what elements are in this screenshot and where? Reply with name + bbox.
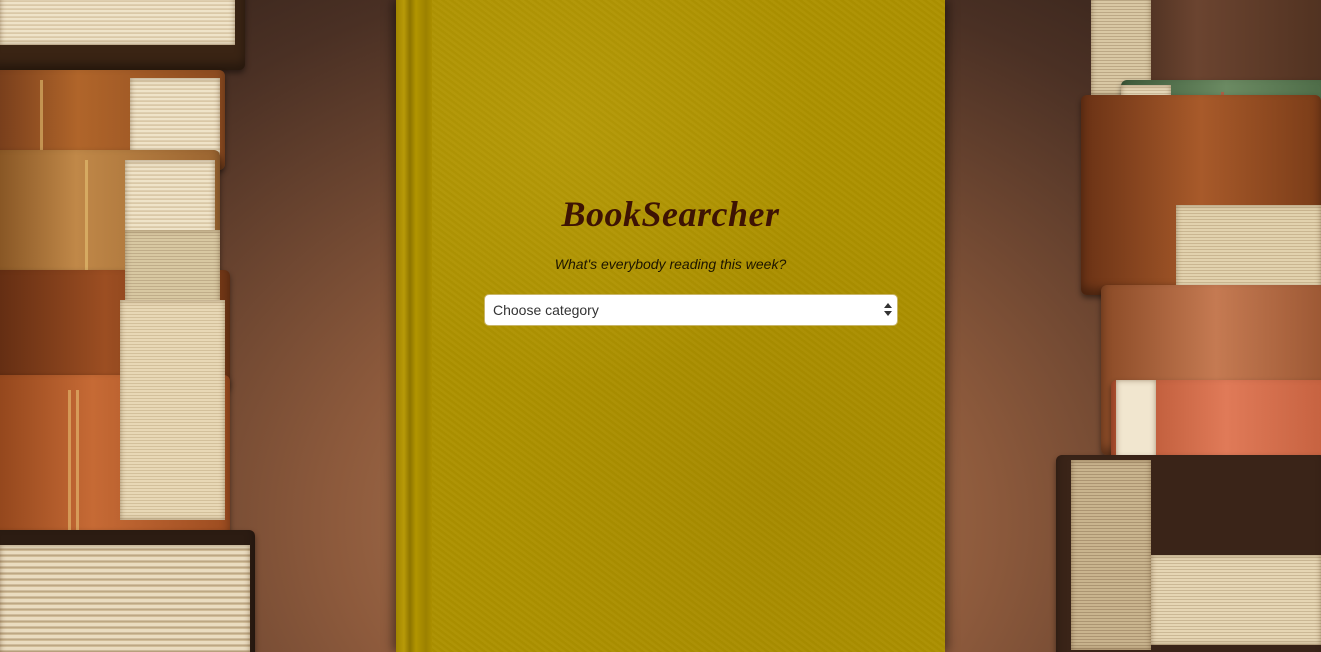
app-title: BookSearcher	[561, 194, 780, 234]
left-book-stack-image	[0, 0, 285, 652]
right-book-stack-image	[1056, 0, 1321, 652]
category-select-value: Choose category	[493, 302, 599, 318]
tagline: What's everybody reading this week?	[554, 256, 787, 272]
cover-hinge	[396, 0, 432, 652]
book-cover-panel: BookSearcher What's everybody reading th…	[396, 0, 945, 652]
category-select[interactable]: Choose category	[484, 294, 898, 326]
updown-chevron-icon	[884, 303, 892, 317]
